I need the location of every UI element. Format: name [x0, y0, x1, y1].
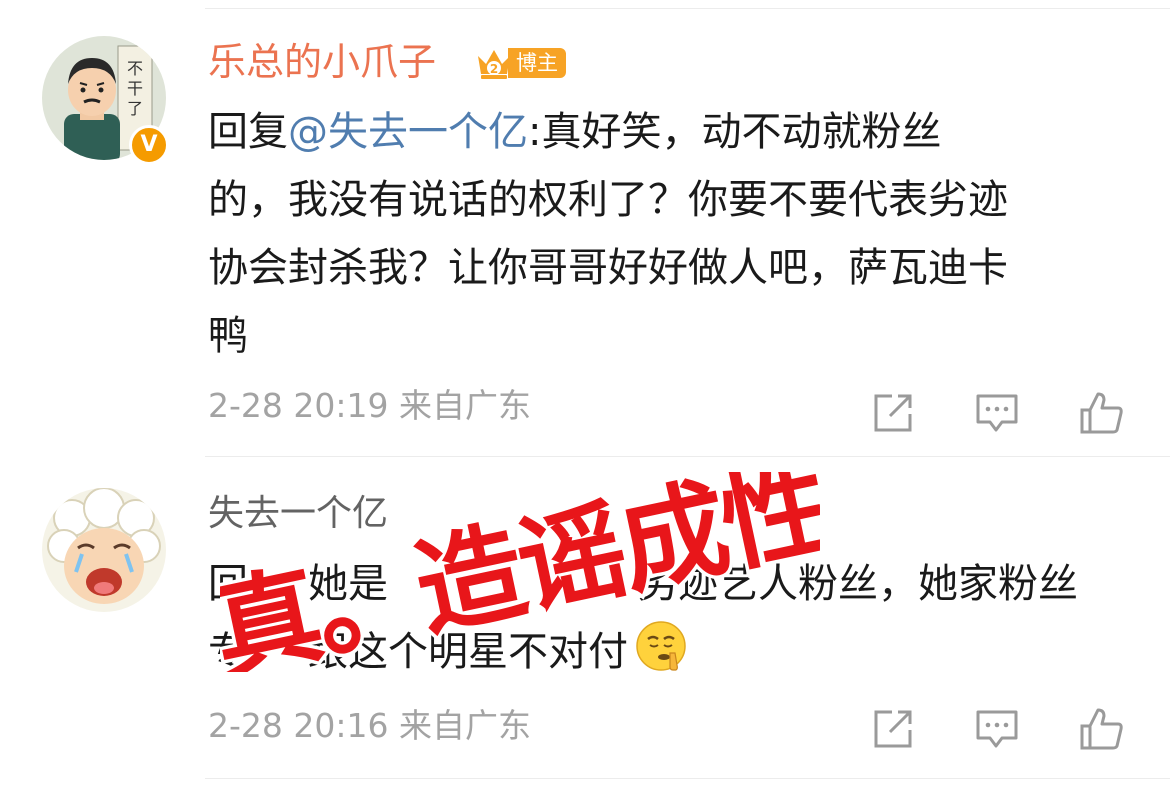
comment-text-line: 的，我没有说话的权利了？你要不要代表劣迹	[208, 177, 1008, 223]
reply-icon[interactable]	[974, 706, 1020, 752]
comment-text-line: 劣迹艺人粉丝，她家粉丝	[638, 561, 1078, 607]
comment-location: 来自广东	[399, 706, 531, 745]
comment-divider	[205, 778, 1170, 779]
blogger-badge: 2 博主	[474, 44, 566, 82]
reply-icon[interactable]	[974, 390, 1020, 436]
svg-text:了: 了	[127, 99, 143, 118]
svg-text:干: 干	[127, 79, 143, 98]
comment-text-line: 专	[208, 629, 248, 675]
comment-time: 2-28 20:19	[208, 386, 389, 425]
comment-item: 不 干 了 V 乐总的小爪子 2 博主 回复@失去一个亿:真好笑，动不动就粉丝 …	[0, 10, 1170, 458]
svg-text:2: 2	[490, 62, 498, 76]
reply-prefix: 回复	[208, 109, 288, 155]
like-icon[interactable]	[1078, 390, 1124, 436]
comment-location: 来自广东	[399, 386, 531, 425]
verified-badge-icon: V	[129, 125, 169, 165]
top-divider	[205, 0, 1170, 9]
comment-meta: 2-28 20:16 来自广东	[208, 704, 531, 748]
share-icon[interactable]	[870, 390, 916, 436]
comment-text: 回复@失去一个亿:真好笑，动不动就粉丝 的，我没有说话的权利了？你要不要代表劣迹…	[208, 98, 1128, 370]
comment-meta: 2-28 20:19 来自广东	[208, 384, 531, 428]
comment-text-line: 她是	[308, 561, 388, 607]
username[interactable]: 失去一个亿	[208, 489, 388, 539]
comment-text-line: :真好笑，动不动就粉丝	[528, 109, 942, 155]
avatar[interactable]	[42, 488, 166, 612]
comment-time: 2-28 20:16	[208, 706, 389, 745]
blogger-label: 博主	[508, 48, 566, 78]
share-icon[interactable]	[870, 706, 916, 752]
comment-text-line: 跟这个明星不对付	[308, 629, 628, 675]
comment-text: 回 她是 劣迹艺人粉丝，她家粉丝 专 跟这个明星不对付	[208, 550, 1128, 686]
comment-divider	[205, 456, 1170, 457]
mention-link[interactable]: @失去一个亿	[288, 109, 528, 155]
shush-emoji-icon	[636, 621, 686, 671]
comment-text-line: 协会封杀我？让你哥哥好好做人吧，萨瓦迪卡	[208, 245, 1008, 291]
username[interactable]: 乐总的小爪子	[208, 37, 436, 87]
comment-text-line: 鸭	[208, 313, 248, 359]
comment-text-line: 回	[208, 561, 248, 607]
svg-text:不: 不	[127, 59, 143, 78]
like-icon[interactable]	[1078, 706, 1124, 752]
comment-item: 失去一个亿 回 她是 劣迹艺人粉丝，她家粉丝 专 跟这个明星不对付 2-28 20:1…	[0, 460, 1170, 780]
